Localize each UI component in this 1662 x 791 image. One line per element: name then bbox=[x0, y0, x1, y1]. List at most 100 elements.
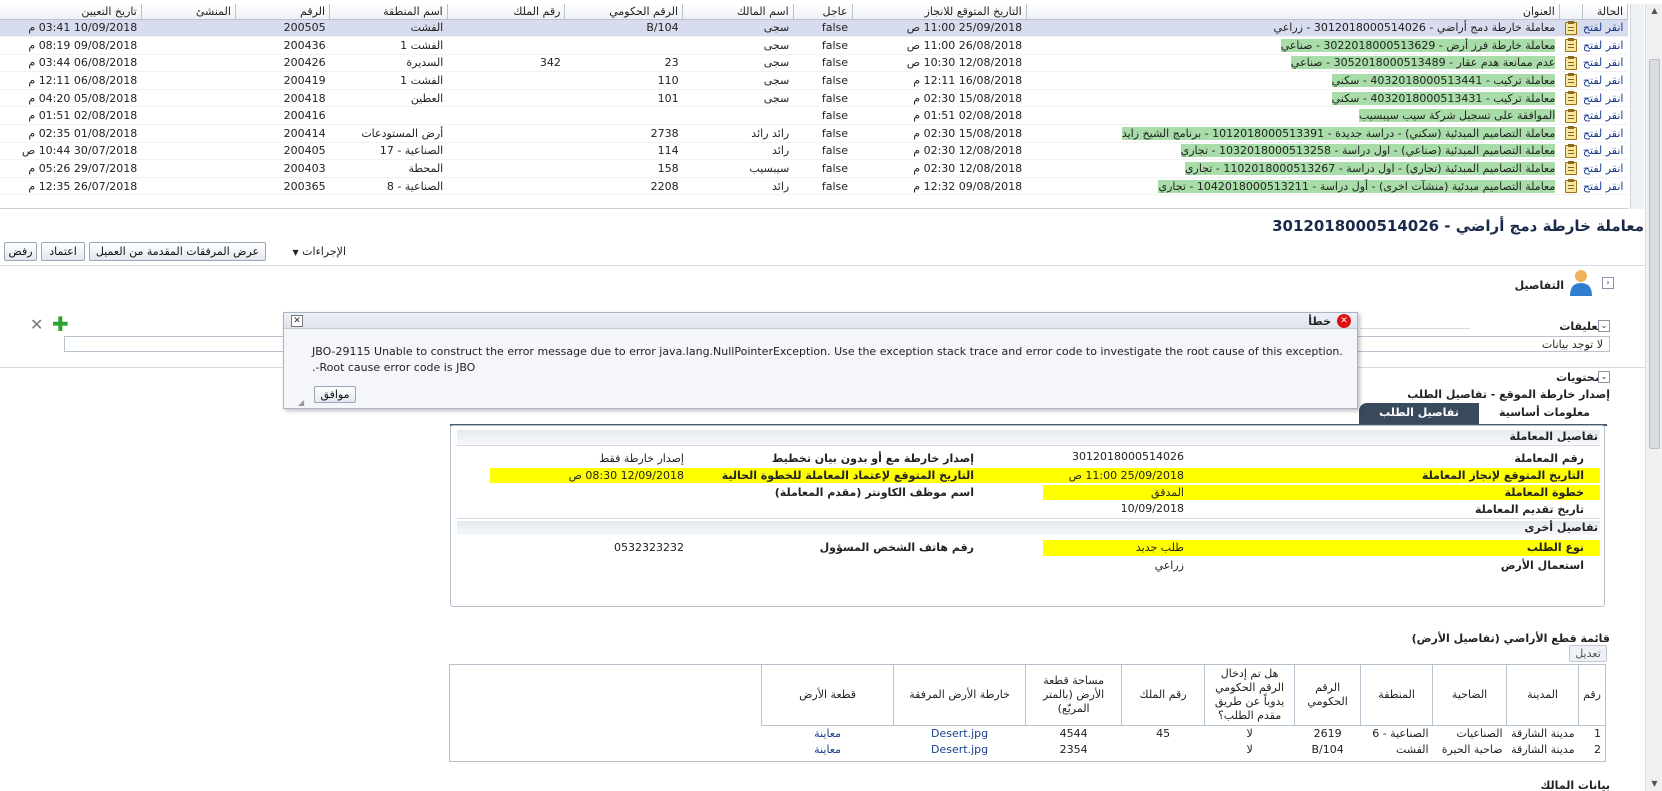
land-cell: مدينة الشارقة bbox=[1511, 727, 1575, 741]
task-row[interactable]: انقر لفتح معاملة التصاميم المبدئية (صناعي… bbox=[0, 142, 1628, 161]
task-cell-creator bbox=[141, 36, 236, 55]
task-cell-owner: رائد رائد bbox=[682, 124, 794, 143]
task-cell-state[interactable]: انقر لفتح bbox=[1582, 36, 1628, 55]
land-cell[interactable]: معاينة bbox=[762, 726, 894, 742]
task-cell-urgent: false bbox=[793, 54, 853, 73]
col-header-creator[interactable]: المنشئ bbox=[141, 4, 236, 20]
task-cell-owner: سجى bbox=[682, 89, 794, 108]
task-cell-due: 12/08/2018 02:30 م bbox=[852, 142, 1027, 161]
col-header-gov[interactable]: الرقم الحكومي bbox=[564, 4, 684, 20]
task-row[interactable]: انقر لفتح معاملة التصاميم المبدئية (سكني)… bbox=[0, 124, 1628, 143]
error-dialog: ✕ خطأ ✕ JBO-29115 Unable to construct th… bbox=[283, 312, 1358, 409]
scroll-up-icon[interactable]: ▲ bbox=[1649, 6, 1660, 16]
task-cell-state[interactable]: انقر لفتح bbox=[1582, 71, 1628, 90]
ok-button[interactable]: موافق bbox=[314, 386, 356, 403]
scroll-down-icon[interactable]: ▼ bbox=[1649, 779, 1660, 789]
task-cell-assigned: 06/08/2018 12:11 م bbox=[0, 71, 142, 90]
step-due-label: التاريخ المتوقع لإعتماد المعاملة للخطوة … bbox=[721, 469, 974, 482]
task-title[interactable]: معاملة التصاميم مبدئية (منشآت اخرى) - أو… bbox=[1158, 179, 1556, 193]
land-col-header: المدينة bbox=[1506, 665, 1579, 726]
task-cell-area: السديرة bbox=[329, 54, 448, 73]
task-cell-gov: 110 bbox=[564, 71, 683, 90]
scrollbar-thumb[interactable] bbox=[1649, 59, 1660, 449]
land-col-header: المنطقة bbox=[1360, 665, 1433, 726]
task-cell-num: 200505 bbox=[235, 19, 330, 38]
edit-button[interactable]: تعديل bbox=[1569, 645, 1607, 662]
task-cell-num: 200365 bbox=[235, 177, 330, 196]
comments-collapse-toggle[interactable]: ⌄ bbox=[1598, 320, 1610, 332]
details-collapse-toggle[interactable]: › bbox=[1602, 277, 1614, 289]
col-header-state[interactable]: الحالة bbox=[1582, 4, 1628, 20]
contents-collapse-toggle[interactable]: ⌄ bbox=[1598, 371, 1610, 383]
land-row: 2 مدينة الشارقة ضاحية الحيرة الفشت B/104 لا 23… bbox=[762, 742, 1605, 758]
land-cell bbox=[1122, 742, 1205, 758]
land-cell[interactable]: Desert.jpg bbox=[894, 726, 1026, 742]
task-cell-gov: 2738 bbox=[564, 124, 683, 143]
task-title[interactable]: معاملة التصاميم المبدئية (تجاري) - اول د… bbox=[1184, 162, 1556, 176]
task-cell-owner bbox=[682, 106, 794, 126]
delete-icon[interactable]: ✕ bbox=[30, 317, 46, 334]
user-icon bbox=[1568, 268, 1594, 296]
task-title[interactable]: عدم ممانعة هدم عقار - 3052018000513489 -… bbox=[1290, 56, 1556, 70]
due-date-label: التاريخ المتوقع لإنجاز المعاملة bbox=[1421, 469, 1584, 482]
col-header-area[interactable]: اسم المنطقة bbox=[329, 4, 448, 20]
task-cell-state[interactable]: انقر لفتح bbox=[1582, 124, 1628, 143]
tasks-table-scrollbar[interactable] bbox=[1630, 4, 1644, 209]
close-icon[interactable]: ✕ bbox=[291, 315, 303, 327]
resize-grip-icon[interactable]: ◢ bbox=[298, 398, 304, 407]
task-row[interactable]: انقر لفتح عدم ممانعة هدم عقار - 305201800… bbox=[0, 54, 1628, 73]
task-title[interactable]: معاملة خارطة فرز أرض - 3022018000513629 … bbox=[1280, 38, 1556, 52]
task-cell-state[interactable]: انقر لفتح bbox=[1582, 19, 1628, 38]
col-header-number[interactable]: الرقم bbox=[235, 4, 331, 20]
task-cell-state[interactable]: انقر لفتح bbox=[1582, 159, 1628, 178]
task-title[interactable]: معاملة خارطة دمج أراضي - 301201800051402… bbox=[1274, 21, 1556, 34]
task-title[interactable]: معاملة تركيب - 4032018000513441 - سكني bbox=[1331, 74, 1556, 88]
task-cell-state[interactable]: انقر لفتح bbox=[1582, 177, 1628, 196]
task-cell-area: العطين bbox=[329, 89, 448, 108]
task-row[interactable]: انقر لفتح معاملة خارطة دمج أراضي - 301201… bbox=[0, 19, 1628, 38]
step-due-value: 12/09/2018 08:30 ص bbox=[568, 469, 684, 482]
task-cell-due: 25/09/2018 11:00 ص bbox=[852, 19, 1027, 38]
task-cell-assigned: 09/08/2018 08:19 م bbox=[0, 36, 142, 55]
task-title[interactable]: الموافقة على تسجيل شركة سيب سيبسيب bbox=[1359, 109, 1556, 123]
task-cell-state[interactable]: انقر لفتح bbox=[1582, 106, 1628, 126]
task-row[interactable]: انقر لفتح معاملة التصاميم مبدئية (منشآت ا… bbox=[0, 177, 1628, 196]
land-list-heading: قائمة قطع الأراضي (تفاصيل الأرض) bbox=[1411, 632, 1610, 645]
task-row[interactable]: انقر لفتح معاملة التصاميم المبدئية (تجاري… bbox=[0, 159, 1628, 178]
dialog-message: JBO-29115 Unable to construct the error … bbox=[312, 345, 1343, 374]
task-cell-area bbox=[329, 106, 448, 126]
task-cell-title: معاملة التصاميم مبدئية (منشآت اخرى) - أو… bbox=[1026, 177, 1560, 196]
add-icon[interactable]: ✚ bbox=[52, 314, 70, 334]
page-scrollbar[interactable]: ▲ ▼ bbox=[1645, 4, 1662, 791]
task-cell-creator bbox=[141, 106, 236, 126]
task-title[interactable]: معاملة تركيب - 4032018000513431 - سكني bbox=[1331, 91, 1556, 105]
task-cell-urgent: false bbox=[793, 71, 853, 90]
reject-button[interactable]: رفض bbox=[4, 242, 37, 261]
tab-basic-info[interactable]: معلومات أساسية bbox=[1482, 403, 1607, 425]
task-cell-state[interactable]: انقر لفتح bbox=[1582, 142, 1628, 161]
col-header-assigned[interactable]: تاريخ التعيين bbox=[0, 4, 142, 20]
task-cell-plot: 342 bbox=[447, 54, 565, 73]
task-row[interactable]: انقر لفتح الموافقة على تسجيل شركة سيب سيب… bbox=[0, 106, 1628, 126]
col-header-owner[interactable]: اسم المالك bbox=[682, 4, 794, 20]
task-cell-owner: سجى bbox=[682, 71, 794, 90]
task-cell-state[interactable]: انقر لفتح bbox=[1582, 89, 1628, 108]
task-cell-state[interactable]: انقر لفتح bbox=[1582, 54, 1628, 73]
task-row[interactable]: انقر لفتح معاملة تركيب - 4032018000513441… bbox=[0, 71, 1628, 90]
col-header-plot[interactable]: رقم الملك bbox=[447, 4, 566, 20]
task-title[interactable]: معاملة التصاميم المبدئية (صناعي) - اول د… bbox=[1180, 144, 1556, 158]
task-cell-title: الموافقة على تسجيل شركة سيب سيبسيب bbox=[1026, 106, 1560, 126]
task-row[interactable]: انقر لفتح معاملة خارطة فرز أرض - 30220180… bbox=[0, 36, 1628, 55]
col-header-urgent[interactable]: عاجل bbox=[793, 4, 853, 20]
approve-button[interactable]: اعتماد bbox=[41, 242, 85, 261]
attachments-button[interactable]: عرض المرفقات المقدمة من العميل bbox=[89, 242, 266, 261]
land-cell[interactable]: Desert.jpg bbox=[894, 742, 1026, 758]
counter-employee-label: اسم موظف الكاونتر (مقدم المعاملة) bbox=[774, 486, 974, 499]
task-row[interactable]: انقر لفتح معاملة تركيب - 4032018000513431… bbox=[0, 89, 1628, 108]
actions-menu[interactable]: الإجراءات ▼ bbox=[286, 245, 347, 258]
task-title[interactable]: معاملة التصاميم المبدئية (سكني) - دراسة … bbox=[1121, 126, 1556, 140]
tab-request-details[interactable]: تفاصيل الطلب bbox=[1359, 403, 1479, 425]
col-header-due[interactable]: التاريخ المتوقع للانجاز bbox=[852, 4, 1027, 20]
col-header-title[interactable]: العنوان bbox=[1026, 4, 1560, 20]
land-cell[interactable]: معاينة bbox=[762, 742, 894, 758]
